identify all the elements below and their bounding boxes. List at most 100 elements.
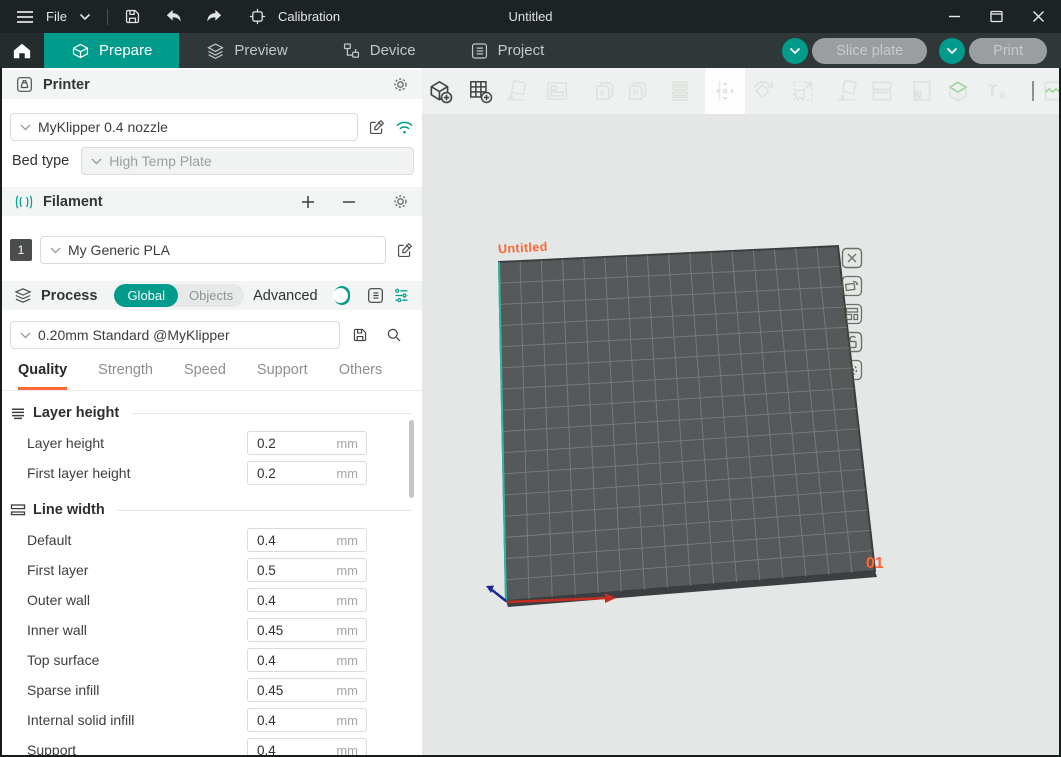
param-value-input[interactable] bbox=[248, 653, 320, 668]
printer-preset-value: MyKlipper 0.4 nozzle bbox=[38, 119, 168, 135]
calibration-menu[interactable]: Calibration bbox=[278, 9, 340, 24]
split-window-icon[interactable] bbox=[544, 78, 570, 104]
scale-tool-icon[interactable] bbox=[790, 78, 816, 104]
printer-preset-select[interactable]: MyKlipper 0.4 nozzle bbox=[10, 113, 358, 141]
param-value-input[interactable] bbox=[248, 436, 320, 451]
tab-prepare[interactable]: Prepare bbox=[44, 33, 179, 68]
plate-settings-gear-icon[interactable] bbox=[841, 359, 863, 381]
orient-plate-icon[interactable] bbox=[841, 275, 863, 297]
slice-plate-split-button: Slice plate bbox=[782, 38, 927, 64]
add-filament-icon[interactable] bbox=[298, 192, 318, 212]
print-options-chevron-icon[interactable] bbox=[939, 38, 965, 64]
calibration-icon[interactable] bbox=[245, 5, 270, 29]
plate-name-label[interactable]: Untitled bbox=[498, 240, 548, 257]
rotate-tool-icon[interactable] bbox=[750, 78, 776, 104]
home-icon bbox=[12, 41, 32, 60]
cut-tool-icon[interactable] bbox=[869, 78, 895, 104]
edit-printer-icon[interactable] bbox=[366, 117, 386, 137]
process-preset-select[interactable]: 0.20mm Standard @MyKlipper bbox=[10, 321, 340, 349]
printer-settings-gear-icon[interactable] bbox=[390, 75, 410, 95]
slice-plate-button[interactable]: Slice plate bbox=[812, 38, 927, 64]
copy-icon[interactable]: 0 bbox=[592, 78, 618, 104]
param-value-input[interactable] bbox=[248, 466, 320, 481]
auto-arrange-icon[interactable] bbox=[504, 78, 530, 104]
tab-preview[interactable]: Preview bbox=[179, 33, 314, 68]
param-unit: mm bbox=[336, 593, 366, 608]
file-menu-chevron-icon[interactable] bbox=[75, 5, 95, 29]
boolean-mesh-icon[interactable] bbox=[945, 78, 971, 104]
param-label: Top surface bbox=[27, 652, 99, 668]
slice-options-chevron-icon[interactable] bbox=[782, 38, 808, 64]
advanced-toggle[interactable] bbox=[334, 286, 350, 305]
home-button[interactable] bbox=[0, 33, 44, 68]
paste-icon[interactable]: P bbox=[625, 78, 651, 104]
chevron-down-icon bbox=[20, 332, 31, 339]
remove-filament-icon[interactable] bbox=[339, 192, 359, 212]
viewport-3d[interactable]: 0 P Ta bbox=[422, 68, 1061, 757]
layers-stack-icon[interactable] bbox=[667, 78, 693, 104]
chevron-down-icon bbox=[50, 247, 61, 254]
lock-plate-icon[interactable] bbox=[841, 331, 863, 353]
seam-paint-icon[interactable] bbox=[1040, 78, 1061, 104]
save-preset-icon[interactable] bbox=[350, 325, 370, 345]
search-settings-icon[interactable] bbox=[384, 325, 404, 345]
tab-project[interactable]: Project bbox=[443, 33, 572, 68]
list-view-icon[interactable] bbox=[367, 286, 384, 306]
group-header-layer-height: Layer height bbox=[10, 402, 412, 424]
save-icon[interactable] bbox=[120, 5, 145, 29]
build-plate[interactable] bbox=[422, 114, 1061, 757]
process-tab-quality[interactable]: Quality bbox=[18, 362, 67, 390]
move-tool-icon[interactable] bbox=[712, 78, 738, 104]
text-tool-icon[interactable]: Ta bbox=[984, 78, 1010, 104]
maximize-button[interactable] bbox=[985, 6, 1007, 28]
param-value-input[interactable] bbox=[248, 713, 320, 728]
param-value-input[interactable] bbox=[248, 623, 320, 638]
printer-section-title: Printer bbox=[43, 77, 90, 93]
param-input: mm bbox=[247, 618, 367, 642]
main-tab-bar: Prepare Preview Device Project Slice pla… bbox=[0, 33, 1061, 68]
process-tab-strength[interactable]: Strength bbox=[98, 362, 153, 390]
filament-settings-gear-icon[interactable] bbox=[390, 192, 410, 212]
delete-plate-icon[interactable] bbox=[841, 247, 863, 269]
edit-filament-icon[interactable] bbox=[394, 240, 414, 260]
minimize-button[interactable] bbox=[943, 6, 965, 28]
bed-type-select[interactable]: High Temp Plate bbox=[81, 147, 414, 175]
fill-color-icon[interactable] bbox=[909, 78, 935, 104]
sidebar-scrollbar[interactable] bbox=[409, 420, 414, 498]
filament-preset-select[interactable]: My Generic PLA bbox=[40, 236, 386, 264]
param-label: Layer height bbox=[27, 435, 104, 451]
process-tab-others[interactable]: Others bbox=[339, 362, 383, 390]
param-value-input[interactable] bbox=[248, 593, 320, 608]
svg-text:0: 0 bbox=[600, 87, 605, 97]
filament-section-title: Filament bbox=[43, 194, 103, 210]
param-value-input[interactable] bbox=[248, 533, 320, 548]
params-wizard-icon[interactable] bbox=[393, 286, 410, 306]
printer-connection-wifi-icon[interactable] bbox=[394, 117, 414, 137]
param-row: First layer heightmm bbox=[2, 458, 422, 488]
param-row: Internal solid infillmm bbox=[2, 705, 422, 735]
print-button[interactable]: Print bbox=[969, 38, 1047, 64]
process-tab-speed[interactable]: Speed bbox=[184, 362, 226, 390]
tab-device[interactable]: Device bbox=[315, 33, 443, 68]
scope-global-option[interactable]: Global bbox=[114, 284, 178, 307]
param-unit: mm bbox=[336, 563, 366, 578]
lay-on-face-icon[interactable] bbox=[834, 78, 860, 104]
process-tab-support[interactable]: Support bbox=[257, 362, 308, 390]
add-plate-icon[interactable] bbox=[467, 78, 493, 104]
add-object-icon[interactable] bbox=[427, 78, 453, 104]
arrange-plate-icon[interactable] bbox=[841, 303, 863, 325]
file-menu[interactable]: File bbox=[46, 9, 67, 24]
param-input: mm bbox=[247, 431, 367, 455]
process-section-title: Process bbox=[41, 288, 97, 304]
redo-icon[interactable] bbox=[202, 5, 227, 29]
param-value-input[interactable] bbox=[248, 563, 320, 578]
undo-icon[interactable] bbox=[161, 5, 186, 29]
param-row: Supportmm bbox=[2, 735, 422, 757]
param-input: mm bbox=[247, 528, 367, 552]
param-value-input[interactable] bbox=[248, 683, 320, 698]
param-row: First layermm bbox=[2, 555, 422, 585]
hamburger-menu-icon[interactable] bbox=[12, 5, 38, 29]
tab-device-label: Device bbox=[370, 42, 416, 59]
close-button[interactable] bbox=[1027, 6, 1049, 28]
scope-objects-option[interactable]: Objects bbox=[178, 288, 244, 303]
